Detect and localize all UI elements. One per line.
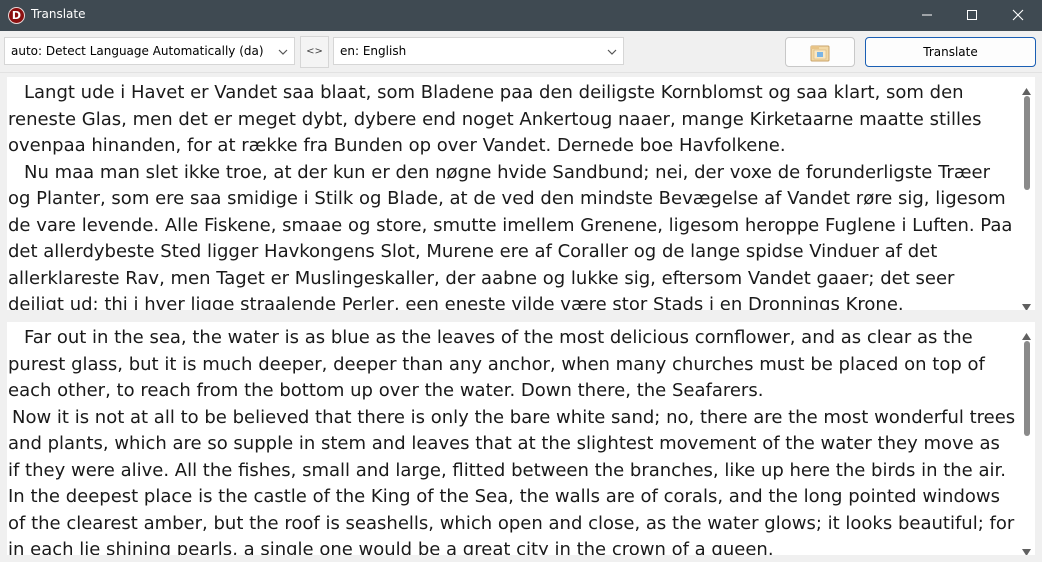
source-text-content: Langt ude i Havet er Vandet saa blaat, s… [8, 80, 1016, 310]
minimize-button[interactable] [904, 0, 950, 31]
folder-icon [810, 45, 830, 62]
minimize-icon [922, 14, 932, 16]
window-title: Translate [31, 7, 86, 21]
source-language-value: auto: Detect Language Automatically (da) [11, 44, 264, 58]
source-scrollbar[interactable] [1018, 77, 1035, 310]
close-icon [1012, 9, 1024, 21]
translate-button[interactable]: Translate [865, 37, 1036, 67]
chevron-down-icon [278, 49, 288, 55]
translated-text-area[interactable]: Far out in the sea, the water is as blue… [7, 322, 1035, 555]
translated-text-content: Far out in the sea, the water is as blue… [8, 325, 1016, 555]
translated-scrollbar-thumb[interactable] [1024, 341, 1030, 436]
toolbar: auto: Detect Language Automatically (da)… [0, 31, 1042, 73]
translated-scrollbar[interactable] [1018, 322, 1035, 555]
open-file-button[interactable] [785, 37, 855, 67]
scroll-up-arrow-icon[interactable] [1018, 80, 1035, 95]
translated-paragraph: Now it is not at all to be believed that… [8, 406, 1016, 556]
maximize-button[interactable] [949, 0, 995, 31]
scroll-down-arrow-icon[interactable] [1018, 296, 1035, 310]
target-language-value: en: English [340, 44, 407, 58]
chevron-down-icon [607, 49, 617, 55]
pane-splitter[interactable] [7, 310, 1035, 322]
source-language-select[interactable]: auto: Detect Language Automatically (da) [4, 37, 295, 65]
app-icon: D [8, 7, 25, 24]
target-language-select[interactable]: en: English [333, 37, 624, 65]
swap-languages-button[interactable]: <> [300, 36, 329, 68]
source-paragraph: Langt ude i Havet er Vandet saa blaat, s… [8, 82, 982, 156]
source-paragraph: Nu maa man slet ikke troe, at der kun er… [8, 161, 1013, 311]
title-bar: D Translate [0, 0, 1042, 31]
scroll-up-arrow-icon[interactable] [1018, 325, 1035, 340]
source-text-area[interactable]: Langt ude i Havet er Vandet saa blaat, s… [7, 77, 1035, 310]
scroll-down-arrow-icon[interactable] [1018, 541, 1035, 555]
maximize-icon [967, 10, 977, 20]
close-button[interactable] [995, 0, 1041, 31]
source-scrollbar-thumb[interactable] [1024, 96, 1030, 190]
translated-paragraph: Far out in the sea, the water is as blue… [8, 327, 985, 401]
